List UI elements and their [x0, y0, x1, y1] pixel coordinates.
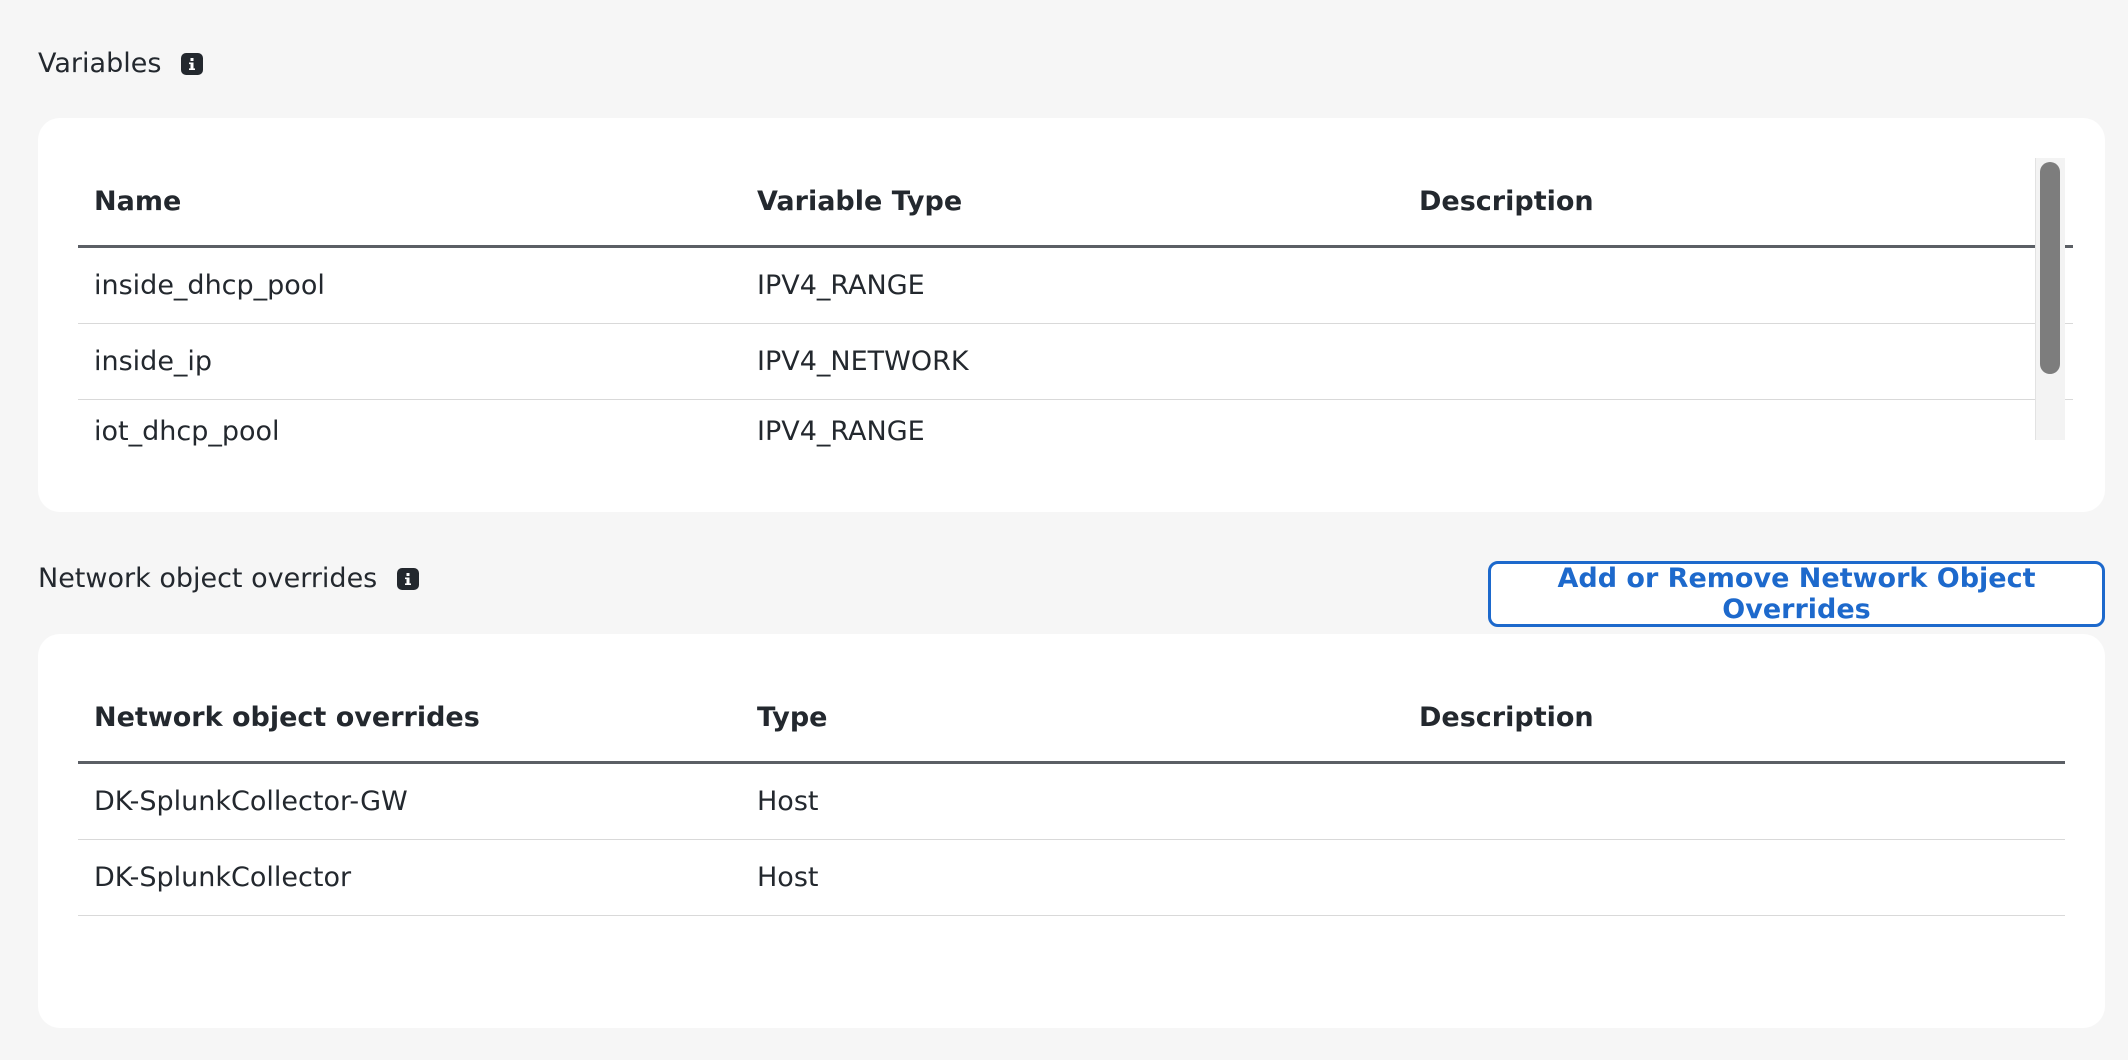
column-header-name[interactable]: Name: [78, 186, 741, 217]
variables-section-title: Variables: [38, 48, 204, 79]
info-icon[interactable]: [397, 567, 420, 590]
override-type: Host: [757, 862, 819, 893]
variable-name: inside_dhcp_pool: [94, 270, 325, 301]
variables-scrollbar[interactable]: [2035, 158, 2065, 440]
overrides-table-header: Network object overrides Type Descriptio…: [78, 674, 2065, 764]
variable-type: IPV4_RANGE: [757, 270, 925, 301]
column-header-description[interactable]: Description: [1403, 702, 2065, 733]
variable-type: IPV4_RANGE: [757, 415, 925, 447]
table-row[interactable]: DK-SplunkCollector-GW Host: [78, 764, 2065, 840]
overrides-title-text: Network object overrides: [38, 563, 378, 594]
override-type: Host: [757, 786, 819, 817]
info-icon[interactable]: [181, 52, 204, 75]
overrides-card: Network object overrides Type Descriptio…: [38, 634, 2105, 1028]
override-name: DK-SplunkCollector-GW: [94, 786, 408, 817]
table-row[interactable]: DK-SplunkCollector Host: [78, 840, 2065, 916]
table-row[interactable]: inside_ip IPV4_NETWORK: [78, 324, 2073, 400]
variables-title-text: Variables: [38, 48, 162, 79]
column-header-type[interactable]: Type: [741, 702, 1403, 733]
variables-card: Name Variable Type Description inside_dh…: [38, 118, 2105, 512]
column-header-description[interactable]: Description: [1403, 186, 2073, 217]
table-row[interactable]: iot_dhcp_pool IPV4_RANGE: [78, 400, 2073, 462]
add-remove-overrides-button[interactable]: Add or Remove Network Object Overrides: [1488, 561, 2105, 627]
variables-table-header: Name Variable Type Description: [78, 158, 2073, 248]
variable-name: iot_dhcp_pool: [94, 415, 280, 447]
variable-type: IPV4_NETWORK: [757, 346, 969, 377]
scrollbar-thumb[interactable]: [2040, 162, 2060, 374]
column-header-network-object-overrides[interactable]: Network object overrides: [78, 702, 741, 733]
column-header-variable-type[interactable]: Variable Type: [741, 186, 1403, 217]
overrides-table: Network object overrides Type Descriptio…: [78, 674, 2065, 916]
overrides-section-title: Network object overrides: [38, 563, 420, 594]
override-name: DK-SplunkCollector: [94, 862, 352, 893]
variables-table: Name Variable Type Description inside_dh…: [78, 158, 2073, 462]
table-row[interactable]: inside_dhcp_pool IPV4_RANGE: [78, 248, 2073, 324]
variable-name: inside_ip: [94, 346, 213, 377]
